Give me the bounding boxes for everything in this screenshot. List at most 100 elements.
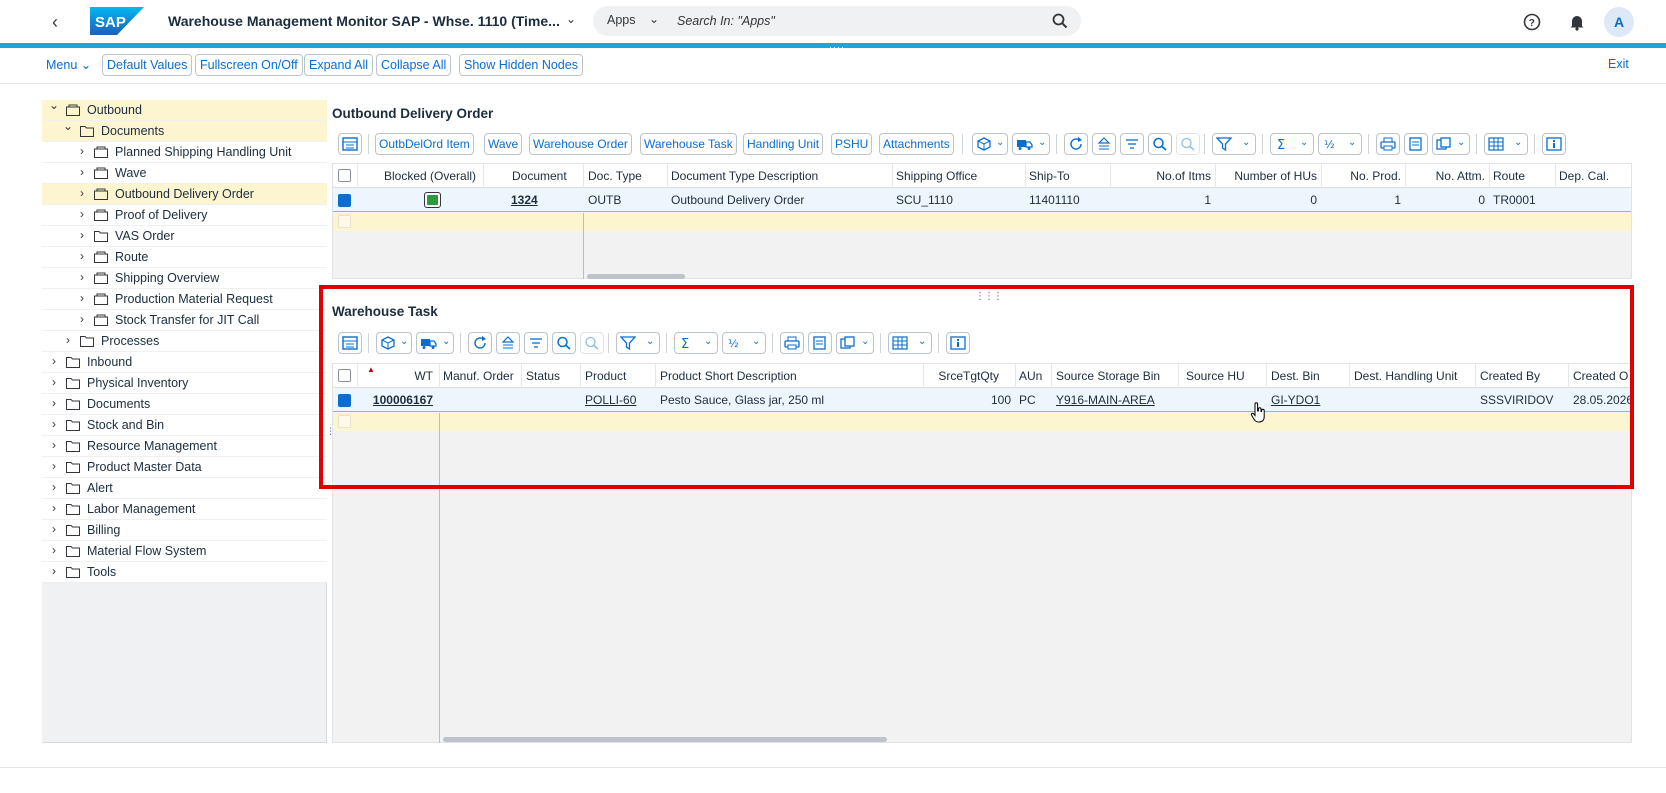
help-icon[interactable]: ? <box>1521 11 1543 33</box>
tree-item[interactable]: › Stock Transfer for JIT Call <box>42 310 327 331</box>
column-header[interactable]: Doc. Type <box>588 169 642 183</box>
chevron-right-icon[interactable]: › <box>48 543 60 557</box>
tree-item[interactable]: › Inbound <box>42 352 327 373</box>
subtotal-dropdown-icon[interactable]: ½ ⌄ <box>1318 133 1362 155</box>
chevron-right-icon[interactable]: › <box>76 207 88 221</box>
export-dropdown-icon[interactable]: ⌄ <box>1432 133 1470 155</box>
pshu-button[interactable]: PSHU <box>831 133 873 155</box>
show-hidden-nodes-button[interactable]: Show Hidden Nodes <box>459 54 583 76</box>
tree-item[interactable]: › Processes <box>42 331 327 352</box>
exit-button[interactable]: Exit <box>1608 57 1629 71</box>
chevron-right-icon[interactable]: › <box>76 270 88 284</box>
search-icon[interactable] <box>1051 12 1069 30</box>
tree-item[interactable]: › Route <box>42 247 327 268</box>
sap-logo[interactable]: SAP <box>90 7 144 35</box>
wave-button[interactable]: Wave <box>484 133 523 155</box>
chevron-down-icon[interactable]: ⌄ <box>566 12 576 26</box>
chevron-right-icon[interactable]: › <box>48 501 60 515</box>
chevron-right-icon[interactable]: › <box>48 438 60 452</box>
chevron-right-icon[interactable]: › <box>48 396 60 410</box>
chevron-right-icon[interactable]: › <box>48 354 60 368</box>
tree-item[interactable]: › Labor Management <box>42 499 327 520</box>
column-header[interactable]: Shipping Office <box>896 169 977 183</box>
column-header[interactable]: Number of HUs <box>1233 169 1317 183</box>
tree-item[interactable]: ⌄ Documents <box>42 119 327 142</box>
chevron-right-icon[interactable]: › <box>76 249 88 263</box>
app-title[interactable]: Warehouse Management Monitor SAP - Whse.… <box>168 13 560 29</box>
find-icon[interactable] <box>1148 133 1172 155</box>
horizontal-scrollbar[interactable] <box>443 737 887 742</box>
column-header[interactable]: Document <box>512 169 567 183</box>
sort-descending-icon[interactable] <box>1120 133 1144 155</box>
chevron-right-icon[interactable]: › <box>76 228 88 242</box>
horizontal-scrollbar[interactable] <box>587 274 685 279</box>
tree-item[interactable]: › Proof of Delivery <box>42 205 327 226</box>
sum-dropdown-icon[interactable]: Σ ⌄ <box>1270 133 1314 155</box>
package-dropdown-icon[interactable]: ⌄ <box>972 133 1008 155</box>
select-all-checkbox[interactable] <box>338 169 351 182</box>
tree-item[interactable]: › Outbound Delivery Order <box>42 184 327 205</box>
avatar[interactable]: A <box>1604 7 1634 37</box>
column-header[interactable]: Dep. Cal. <box>1559 169 1609 183</box>
column-header[interactable]: Ship-To <box>1029 169 1070 183</box>
chevron-down-icon[interactable]: ⌄ <box>649 12 659 26</box>
column-header[interactable]: No.of Itms <box>1143 169 1211 183</box>
tree-item[interactable]: › Physical Inventory <box>42 373 327 394</box>
tree-item[interactable]: › Resource Management <box>42 436 327 457</box>
chevron-right-icon[interactable]: › <box>62 333 74 347</box>
tree-item[interactable]: › Stock and Bin <box>42 415 327 436</box>
notification-bell-icon[interactable] <box>1566 11 1588 33</box>
chevron-right-icon[interactable]: › <box>48 480 60 494</box>
tree-item[interactable]: › VAS Order <box>42 226 327 247</box>
warehouse-task-button[interactable]: Warehouse Task <box>640 133 737 155</box>
tree-item[interactable]: › Material Flow System <box>42 541 327 562</box>
chevron-right-icon[interactable]: › <box>76 312 88 326</box>
attachments-button[interactable]: Attachments <box>879 133 954 155</box>
menu-button[interactable]: Menu ⌄ <box>46 57 91 72</box>
tree-item[interactable]: › Product Master Data <box>42 457 327 478</box>
chevron-down-icon[interactable]: ⌄ <box>48 98 60 112</box>
tree-item[interactable]: › Billing <box>42 520 327 541</box>
sort-ascending-icon[interactable] <box>1092 133 1116 155</box>
column-header[interactable]: Route <box>1493 169 1525 183</box>
back-icon[interactable]: ‹ <box>52 12 68 32</box>
filter-dropdown-icon[interactable]: ⌄ <box>1212 133 1256 155</box>
tree-item[interactable]: › Wave <box>42 163 327 184</box>
document-link[interactable]: 1324 <box>511 193 538 207</box>
chevron-right-icon[interactable]: › <box>48 522 60 536</box>
tree-item[interactable]: › Planned Shipping Handling Unit <box>42 142 327 163</box>
tree-item[interactable]: ⌄ Outbound <box>42 98 327 121</box>
layout-grid-dropdown-icon[interactable]: ⌄ <box>1484 133 1528 155</box>
transport-dropdown-icon[interactable]: ⌄ <box>1012 133 1050 155</box>
print-icon[interactable] <box>1376 133 1400 155</box>
expand-all-button[interactable]: Expand All <box>304 54 374 76</box>
find-next-icon[interactable] <box>1176 133 1200 155</box>
chevron-right-icon[interactable]: › <box>48 564 60 578</box>
default-values-button[interactable]: Default Values <box>102 54 193 76</box>
chevron-right-icon[interactable]: › <box>76 144 88 158</box>
tree-item[interactable]: › Alert <box>42 478 327 499</box>
collapse-all-button[interactable]: Collapse All <box>376 54 452 76</box>
outbdelord-item-button[interactable]: OutbDelOrd Item <box>375 133 474 155</box>
warehouse-order-button[interactable]: Warehouse Order <box>529 133 632 155</box>
refresh-icon[interactable] <box>1064 133 1088 155</box>
chevron-right-icon[interactable]: › <box>48 375 60 389</box>
info-icon[interactable] <box>1542 133 1566 155</box>
table-row[interactable]: 1324 OUTB Outbound Delivery Order SCU_11… <box>333 189 1631 212</box>
column-header[interactable]: Blocked (Overall) <box>384 169 476 183</box>
column-header[interactable]: Document Type Description <box>671 169 818 183</box>
column-header[interactable]: No. Prod. <box>1343 169 1401 183</box>
layout-icon[interactable] <box>338 133 362 155</box>
search-input[interactable] <box>677 11 1027 31</box>
chevron-right-icon[interactable]: › <box>76 186 88 200</box>
tree-item[interactable]: › Documents <box>42 394 327 415</box>
row-checkbox[interactable] <box>338 194 351 207</box>
column-header[interactable]: No. Attm. <box>1427 169 1485 183</box>
tree-item[interactable]: › Tools <box>42 562 327 583</box>
view-icon[interactable] <box>1404 133 1428 155</box>
search-scope-select[interactable]: Apps <box>607 13 636 27</box>
fullscreen-button[interactable]: Fullscreen On/Off <box>195 54 303 76</box>
chevron-right-icon[interactable]: › <box>76 165 88 179</box>
tree-item[interactable]: › Production Material Request <box>42 289 327 310</box>
chevron-right-icon[interactable]: › <box>76 291 88 305</box>
